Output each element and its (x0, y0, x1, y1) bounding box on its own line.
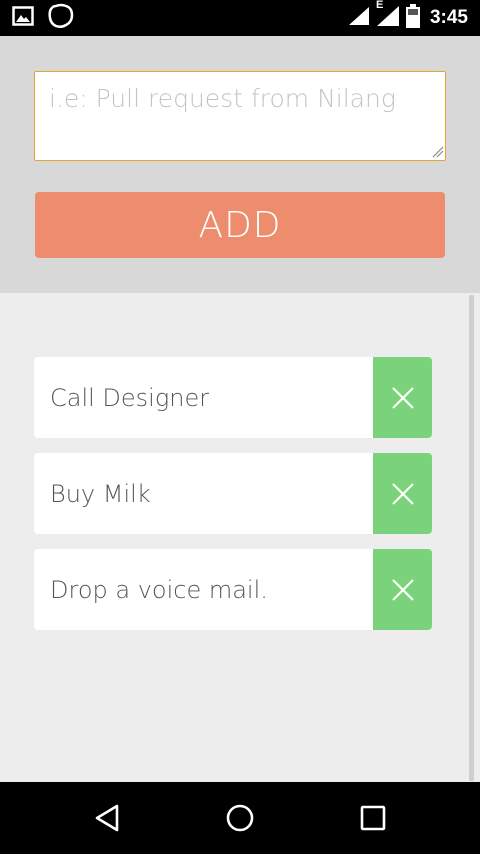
navigation-bar (0, 782, 480, 854)
wifi-signal-icon (348, 6, 370, 30)
close-icon (391, 578, 414, 601)
recents-button[interactable] (343, 788, 403, 848)
close-icon (391, 482, 414, 505)
hangouts-notification-icon (48, 3, 74, 33)
todo-list: Call Designer Buy Milk Drop a voice mail… (0, 293, 480, 782)
delete-button[interactable] (373, 549, 432, 630)
network-type-label: E (375, 0, 384, 11)
recents-square-icon (361, 805, 386, 831)
todo-text: Buy Milk (50, 479, 151, 508)
task-input[interactable] (34, 71, 446, 161)
back-button[interactable] (77, 788, 137, 848)
todo-text: Call Designer (50, 383, 210, 412)
battery-icon (405, 4, 420, 32)
todo-item: Call Designer (34, 357, 432, 438)
status-time: 3:45 (429, 7, 468, 28)
delete-button[interactable] (373, 357, 432, 438)
todo-item: Buy Milk (34, 453, 432, 534)
scrollbar[interactable] (469, 295, 474, 781)
home-button[interactable] (210, 788, 270, 848)
delete-button[interactable] (373, 453, 432, 534)
home-circle-icon (226, 804, 254, 832)
todo-text: Drop a voice mail. (50, 575, 268, 604)
back-triangle-icon (95, 804, 118, 832)
add-button[interactable]: ADD (35, 192, 445, 258)
todo-item: Drop a voice mail. (34, 549, 432, 630)
cell-signal-icon: E (376, 0, 400, 31)
close-icon (391, 386, 414, 409)
gallery-notification-icon (12, 6, 34, 30)
composer-panel: ADD (0, 36, 480, 293)
status-bar: E 3:45 (0, 0, 480, 36)
